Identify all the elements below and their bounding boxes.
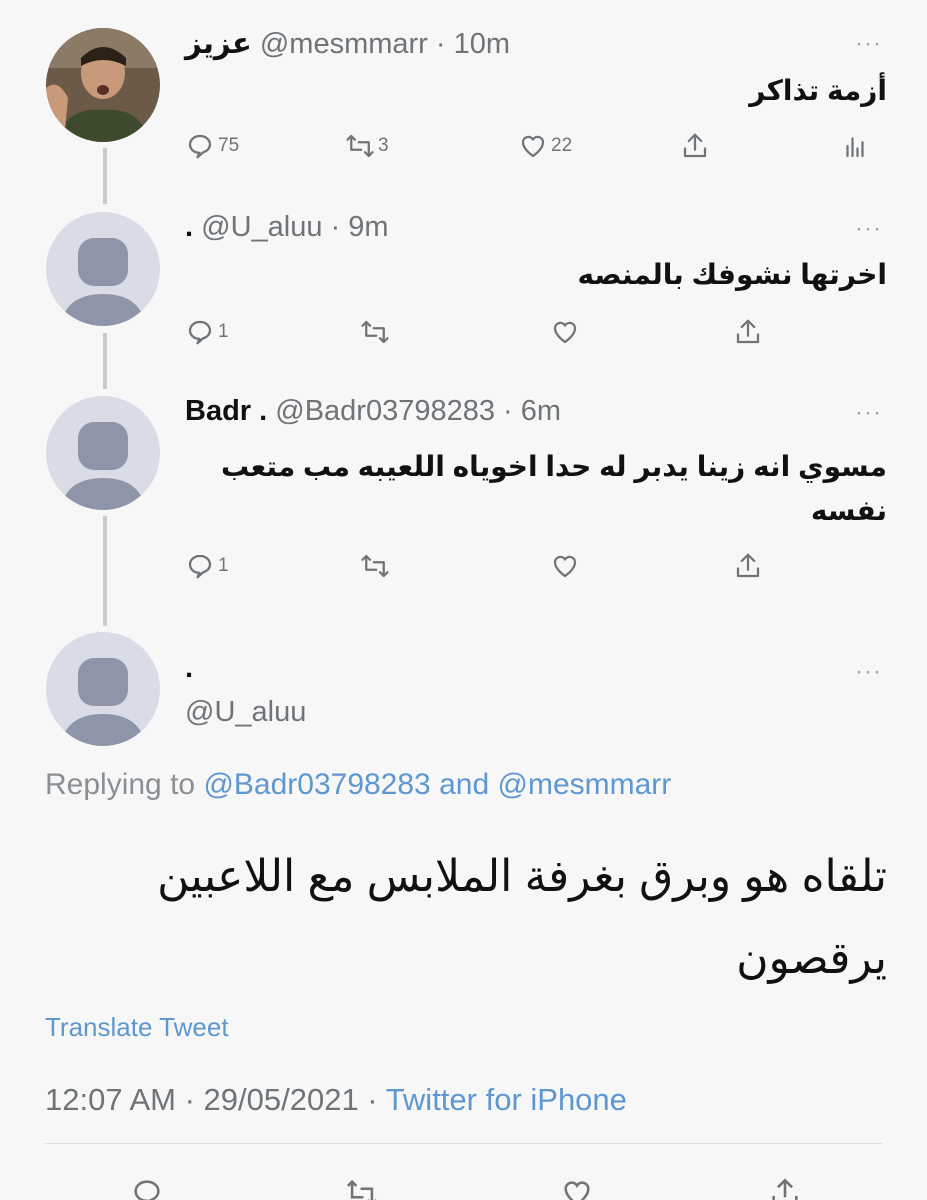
replying-to: Replying to @Badr03798283 and @mesmmarr <box>45 768 671 802</box>
share-button[interactable] <box>733 546 763 586</box>
tweet-header: عزيز @mesmmarr · 10m <box>185 26 510 61</box>
avatar[interactable] <box>46 28 160 142</box>
reply-icon <box>188 320 212 345</box>
display-name[interactable]: عزيز <box>185 28 252 60</box>
like-icon <box>553 555 577 578</box>
default-avatar-icon <box>60 658 146 746</box>
main-tweet-text-line: تلقاه هو وبرق بغرفة الملابس مع اللاعبين <box>157 852 887 901</box>
thread-line <box>103 516 107 626</box>
translate-tweet-link[interactable]: Translate Tweet <box>45 1012 229 1043</box>
reply-icon[interactable] <box>130 1176 164 1200</box>
replying-prefix: Replying to <box>45 768 196 801</box>
handle[interactable]: @U_aluu <box>201 211 322 243</box>
retweet-button[interactable]: 3 <box>345 126 389 166</box>
like-button[interactable]: 22 <box>518 126 572 166</box>
retweet-button[interactable] <box>360 312 390 352</box>
like-button[interactable] <box>550 312 580 352</box>
main-display-name[interactable]: . <box>185 652 193 685</box>
bottom-action-bar <box>0 1170 927 1200</box>
reply-icon <box>188 134 212 159</box>
timestamp[interactable]: 12:07 AM · 29/05/2021 · <box>45 1082 378 1117</box>
timestamp: · 10m <box>435 28 511 60</box>
reply-mention-link[interactable]: @Badr03798283 <box>203 768 430 801</box>
share-icon <box>736 553 760 578</box>
tweet-text-line: مسوي انه زينا يدبر له حدا اخوياه اللعيبه… <box>220 451 887 482</box>
tweet-header: Badr . @Badr03798283 · 6m <box>185 395 561 428</box>
share-button[interactable] <box>733 312 763 352</box>
more-icon[interactable]: ··· <box>855 399 882 427</box>
tweet-text: اخرتها نشوفك بالمنصه <box>577 259 887 290</box>
main-handle[interactable]: @U_aluu <box>185 696 306 729</box>
avatar[interactable] <box>46 212 160 326</box>
handle[interactable]: @Badr03798283 <box>275 395 495 427</box>
like-icon <box>521 135 545 158</box>
retweet-count: 3 <box>378 135 389 156</box>
retweet-icon <box>361 320 389 344</box>
like-button[interactable] <box>550 546 580 586</box>
reply-mention-link[interactable]: @mesmmarr <box>498 768 672 801</box>
retweet-button[interactable] <box>360 546 390 586</box>
share-button[interactable] <box>680 126 710 166</box>
reply-button[interactable]: 1 <box>185 312 229 352</box>
default-avatar-icon <box>60 238 146 326</box>
more-icon[interactable]: ··· <box>855 30 882 58</box>
action-bar: 75 3 22 <box>185 126 885 166</box>
handle[interactable]: @mesmmarr <box>260 28 428 60</box>
retweet-icon <box>361 554 389 578</box>
main-tweet-text-line: يرقصون <box>736 934 887 983</box>
divider <box>45 1143 882 1144</box>
source-link[interactable]: Twitter for iPhone <box>386 1082 627 1117</box>
reply-button[interactable]: 75 <box>185 126 239 166</box>
reply-button[interactable]: 1 <box>185 546 229 586</box>
action-bar: 1 <box>185 312 885 352</box>
avatar[interactable] <box>46 632 160 746</box>
display-name[interactable]: . <box>185 652 193 684</box>
tweet-header: . @U_aluu · 9m <box>185 211 389 244</box>
avatar[interactable] <box>46 396 160 510</box>
like-count: 22 <box>551 135 573 156</box>
more-icon[interactable]: ··· <box>855 215 882 243</box>
thread-line <box>103 148 107 204</box>
profile-photo-icon <box>46 28 160 142</box>
share-icon[interactable] <box>768 1176 802 1200</box>
default-avatar-icon <box>60 422 146 510</box>
tweet-text: أزمة تذاكر <box>749 75 887 106</box>
reply-count: 75 <box>218 135 240 156</box>
action-bar: 1 <box>185 546 885 586</box>
like-icon <box>553 321 577 344</box>
reply-and-text: and <box>439 768 490 801</box>
main-tweet-text: تلقاه هو وبرق بغرفة الملابس مع اللاعبين … <box>157 836 887 1000</box>
display-name[interactable]: Badr . <box>185 395 267 427</box>
analytics-icon <box>846 137 864 158</box>
display-name[interactable]: . <box>185 211 193 243</box>
thread-line <box>103 333 107 389</box>
share-icon <box>683 133 707 158</box>
retweet-icon <box>346 134 374 158</box>
reply-icon <box>188 554 212 579</box>
share-icon <box>736 319 760 344</box>
reply-count: 1 <box>218 555 229 576</box>
analytics-button[interactable] <box>840 126 870 166</box>
like-icon[interactable] <box>560 1176 594 1200</box>
more-icon[interactable]: ··· <box>855 658 882 686</box>
retweet-icon[interactable] <box>345 1176 379 1200</box>
timestamp: · 9m <box>330 211 389 243</box>
tweet-text-line: نفسه <box>810 495 887 526</box>
timestamp: · 6m <box>503 395 562 427</box>
tweet-meta: 12:07 AM · 29/05/2021 · Twitter for iPho… <box>45 1082 627 1118</box>
reply-count: 1 <box>218 321 229 342</box>
